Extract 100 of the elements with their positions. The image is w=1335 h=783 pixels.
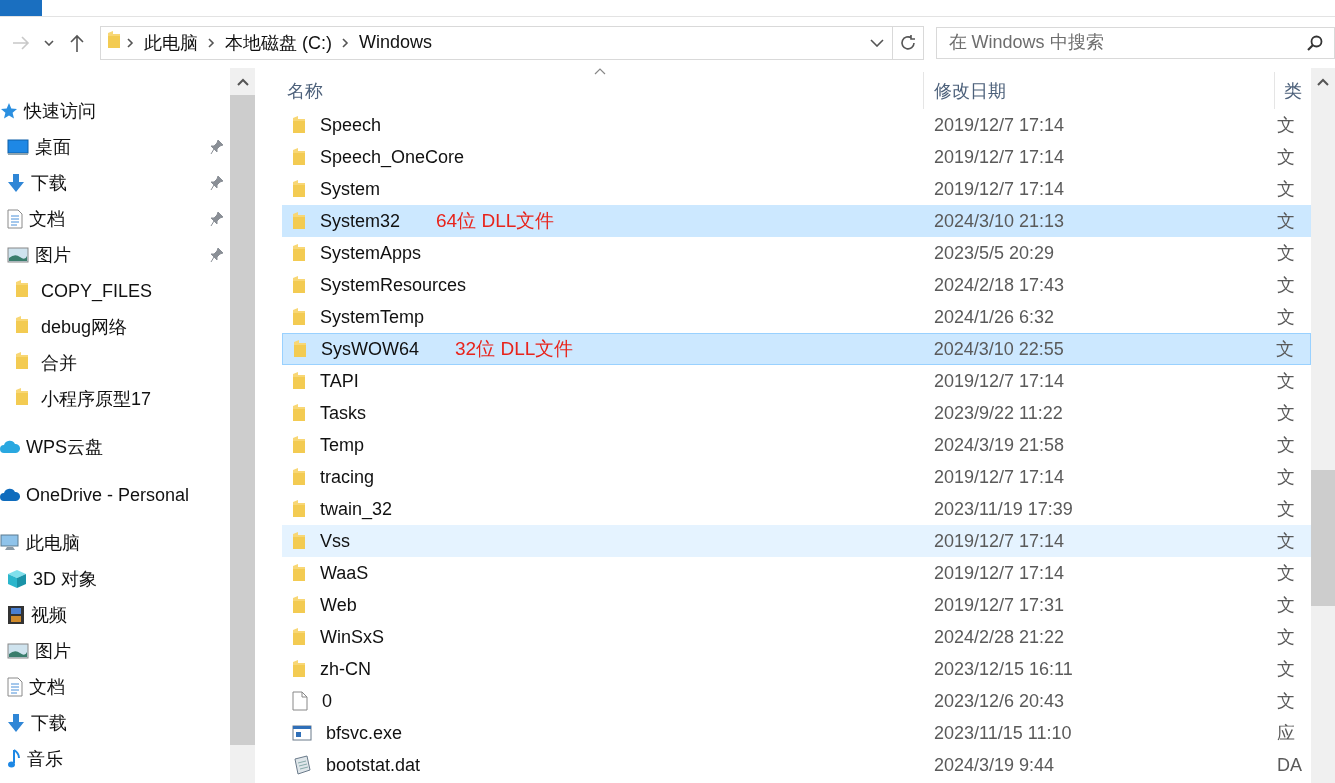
refresh-icon bbox=[898, 33, 917, 52]
file-name: Speech bbox=[320, 114, 382, 136]
sidebar-item[interactable]: 视频 bbox=[0, 597, 230, 633]
sidebar-item[interactable]: debug网络 bbox=[0, 309, 230, 345]
sidebar-item-label: 图片 bbox=[35, 244, 71, 267]
scrollbar-thumb[interactable] bbox=[230, 95, 255, 745]
sidebar-item[interactable]: OneDrive - Personal bbox=[0, 477, 230, 513]
file-row[interactable]: SystemResources 2024/2/18 17:43 文 bbox=[282, 269, 1311, 301]
breadcrumb-segment[interactable]: 此电脑 bbox=[139, 30, 202, 55]
sidebar-item[interactable]: 文档 bbox=[0, 201, 230, 237]
sidebar-item[interactable]: 桌面 bbox=[0, 129, 230, 165]
file-row[interactable]: SystemTemp 2024/1/26 6:32 文 bbox=[282, 301, 1311, 333]
date-cell-text: 2019/12/7 17:14 bbox=[933, 114, 1066, 136]
folder-icon bbox=[292, 372, 306, 390]
sidebar-item[interactable]: 音乐 bbox=[0, 741, 230, 777]
type-cell-text: 文 bbox=[1276, 466, 1296, 489]
type-cell-text: 文 bbox=[1276, 690, 1296, 713]
file-name: bfsvc.exe bbox=[326, 722, 403, 744]
arrow-up-icon bbox=[68, 32, 85, 53]
type-cell-text: 文 bbox=[1276, 402, 1296, 425]
type-cell-text: 文 bbox=[1276, 434, 1296, 457]
date-cell-text: 2023/12/15 16:11 bbox=[933, 658, 1074, 680]
star-icon bbox=[0, 102, 18, 120]
file-name: 0 bbox=[322, 690, 332, 712]
sidebar-item[interactable]: 文档 bbox=[0, 669, 230, 705]
file-row[interactable]: System 2019/12/7 17:14 文 bbox=[282, 173, 1311, 205]
type-cell-text: 文 bbox=[1276, 530, 1296, 553]
sidebar-item[interactable]: WPS云盘 bbox=[0, 429, 230, 465]
file-row[interactable]: bfsvc.exe 2023/11/15 11:10 应 bbox=[282, 717, 1311, 749]
address-bar[interactable]: 此电脑 本地磁盘 (C:) Windows bbox=[99, 25, 893, 60]
date-cell-text: 2024/2/28 21:22 bbox=[933, 626, 1066, 648]
sidebar-item-label: 快速访问 bbox=[24, 100, 96, 123]
sidebar-item[interactable]: 小程序原型17 bbox=[0, 381, 230, 417]
date-cell-text: 2024/3/10 21:13 bbox=[933, 210, 1066, 232]
breadcrumb-segment[interactable]: 本地磁盘 (C:) bbox=[220, 30, 336, 55]
file-name: twain_32 bbox=[320, 498, 393, 520]
file-name: Tasks bbox=[320, 402, 366, 424]
chevron-down-icon[interactable] bbox=[869, 38, 884, 47]
sidebar-item-label: 文档 bbox=[29, 208, 65, 231]
date-cell-text: 2019/12/7 17:14 bbox=[933, 466, 1066, 488]
sidebar-item-label: debug网络 bbox=[41, 316, 128, 339]
sidebar-item[interactable]: 图片 bbox=[0, 237, 230, 273]
date-cell-text: 2024/3/10 22:55 bbox=[932, 338, 1065, 360]
file-name: SysWOW64 bbox=[321, 338, 419, 360]
type-cell-text: 文 bbox=[1276, 562, 1296, 585]
search-field[interactable]: 在 Windows 中搜索 bbox=[935, 26, 1335, 59]
date-cell-text: 2023/11/15 11:10 bbox=[933, 722, 1073, 744]
type-cell-text: 文 bbox=[1276, 370, 1296, 393]
file-row[interactable]: 0 2023/12/6 20:43 文 bbox=[282, 685, 1311, 717]
file-row[interactable]: WaaS 2019/12/7 17:14 文 bbox=[282, 557, 1311, 589]
sidebar-item-label: 此电脑 bbox=[26, 532, 80, 555]
sidebar-item[interactable]: 合并 bbox=[0, 345, 230, 381]
sidebar-item-label: COPY_FILES bbox=[41, 280, 153, 302]
folder-icon bbox=[292, 468, 306, 486]
file-row[interactable]: Vss 2019/12/7 17:14 文 bbox=[282, 525, 1311, 557]
date-cell-text: 2019/12/7 17:31 bbox=[933, 594, 1066, 616]
column-header[interactable]: 修改日期 bbox=[923, 72, 1274, 109]
landscape-picture-icon bbox=[7, 247, 29, 263]
file-name: TAPI bbox=[320, 370, 359, 392]
type-cell-text: 文 bbox=[1276, 242, 1296, 265]
date-cell-text: 2024/3/19 21:58 bbox=[933, 434, 1066, 456]
file-name: bootstat.dat bbox=[326, 754, 421, 776]
file-row[interactable]: Tasks 2023/9/22 11:22 文 bbox=[282, 397, 1311, 429]
blank-file-icon bbox=[292, 691, 308, 711]
file-row[interactable]: SysWOW64 32位 DLL文件 2024/3/10 22:55 文 bbox=[282, 333, 1311, 365]
scrollbar-thumb[interactable] bbox=[1311, 470, 1335, 606]
file-name: tracing bbox=[320, 466, 375, 488]
search-icon bbox=[1306, 33, 1324, 52]
annotation-text: 32位 DLL文件 bbox=[455, 337, 574, 361]
file-row[interactable]: tracing 2019/12/7 17:14 文 bbox=[282, 461, 1311, 493]
file-row[interactable]: Temp 2024/3/19 21:58 文 bbox=[282, 429, 1311, 461]
document-icon bbox=[7, 209, 23, 229]
type-cell-text: 文 bbox=[1276, 306, 1296, 329]
sidebar-item[interactable]: 此电脑 bbox=[0, 525, 230, 561]
file-row[interactable]: TAPI 2019/12/7 17:14 文 bbox=[282, 365, 1311, 397]
breadcrumb-segment[interactable]: Windows bbox=[354, 32, 436, 53]
file-row[interactable]: System32 64位 DLL文件 2024/3/10 21:13 文 bbox=[282, 205, 1311, 237]
search-input[interactable]: 在 Windows 中搜索 bbox=[946, 31, 1306, 54]
folder-icon bbox=[292, 564, 306, 582]
file-row[interactable]: twain_32 2023/11/19 17:39 文 bbox=[282, 493, 1311, 525]
file-row[interactable]: Web 2019/12/7 17:31 文 bbox=[282, 589, 1311, 621]
sidebar-item[interactable]: COPY_FILES bbox=[0, 273, 230, 309]
file-name: Temp bbox=[320, 434, 364, 456]
file-row[interactable]: Speech 2019/12/7 17:14 文 bbox=[282, 109, 1311, 141]
sidebar-item[interactable]: 下载 bbox=[0, 705, 230, 741]
file-row[interactable]: SystemApps 2023/5/5 20:29 文 bbox=[282, 237, 1311, 269]
refresh-button[interactable] bbox=[892, 25, 924, 60]
sidebar-item[interactable]: 3D 对象 bbox=[0, 561, 230, 597]
sidebar-item[interactable]: 快速访问 bbox=[0, 93, 230, 129]
column-header[interactable]: 名称 bbox=[282, 72, 923, 109]
date-cell-text: 2019/12/7 17:14 bbox=[933, 146, 1066, 168]
date-cell-text: 2023/11/19 17:39 bbox=[933, 498, 1074, 520]
folder-icon bbox=[292, 500, 306, 518]
sidebar-item[interactable]: 下载 bbox=[0, 165, 230, 201]
file-row[interactable]: Speech_OneCore 2019/12/7 17:14 文 bbox=[282, 141, 1311, 173]
date-cell-text: 2019/12/7 17:14 bbox=[933, 370, 1066, 392]
file-row[interactable]: bootstat.dat 2024/3/19 9:44 DA bbox=[282, 749, 1311, 781]
file-row[interactable]: WinSxS 2024/2/28 21:22 文 bbox=[282, 621, 1311, 653]
file-row[interactable]: zh-CN 2023/12/15 16:11 文 bbox=[282, 653, 1311, 685]
sidebar-item[interactable]: 图片 bbox=[0, 633, 230, 669]
